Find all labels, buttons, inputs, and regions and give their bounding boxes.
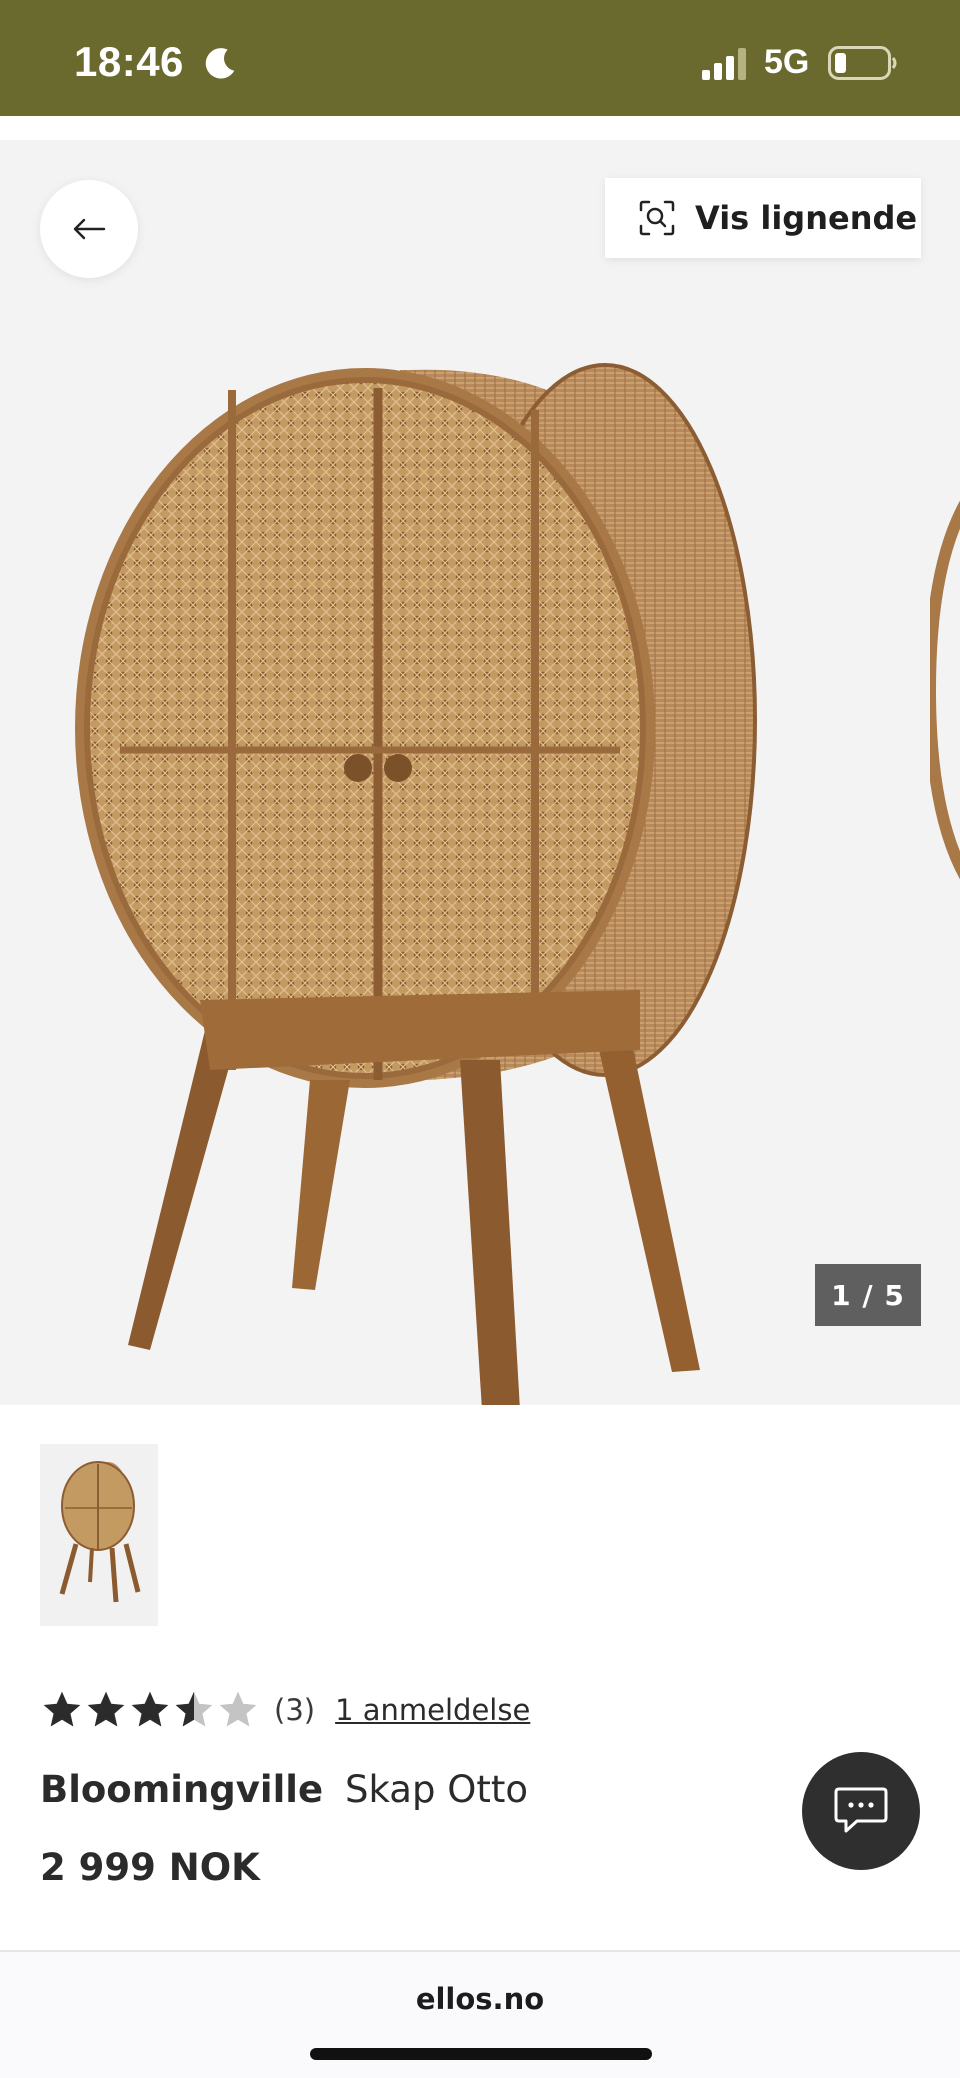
product-image-gallery[interactable]: Vis lignende 1 / 5 [0, 140, 960, 1405]
home-indicator[interactable] [310, 2048, 652, 2060]
star-empty-icon [219, 1691, 257, 1727]
show-similar-button[interactable]: Vis lignende [605, 178, 921, 258]
signal-bars-icon [702, 48, 746, 80]
star-half-icon [175, 1691, 213, 1727]
header-spacer [0, 116, 960, 140]
product-image [75, 363, 757, 1405]
network-type: 5G [764, 43, 810, 81]
rating-row: (3) 1 anmeldelse [40, 1686, 530, 1734]
chat-bubble-icon [834, 1787, 888, 1833]
status-time: 18:46 [74, 38, 184, 85]
product-price: 2 999 NOK [40, 1846, 260, 1889]
thumbnail-image [40, 1444, 158, 1626]
status-bar: 18:46 5G [0, 0, 960, 116]
moon-icon [205, 48, 235, 79]
battery-icon [828, 46, 897, 80]
back-button[interactable] [40, 180, 138, 278]
star-full-icon [87, 1691, 125, 1727]
product-name: Skap Otto [345, 1768, 529, 1811]
star-full-icon [131, 1691, 169, 1727]
star-rating [40, 1688, 260, 1732]
image-counter: 1 / 5 [815, 1264, 921, 1326]
visual-search-icon [639, 200, 675, 236]
next-image-preview [930, 500, 960, 880]
brand-name[interactable]: Bloomingville [40, 1768, 323, 1811]
chat-button[interactable] [802, 1752, 920, 1870]
review-count: (3) [274, 1693, 316, 1727]
browser-address-bar[interactable]: ellos.no [0, 1952, 960, 2078]
thumbnail-1[interactable] [40, 1444, 158, 1626]
reviews-link[interactable]: 1 anmeldelse [335, 1693, 530, 1727]
url-text[interactable]: ellos.no [0, 1982, 960, 2016]
show-similar-label: Vis lignende [695, 199, 918, 237]
arrow-left-icon [73, 218, 106, 240]
star-full-icon [43, 1691, 81, 1727]
product-title: Bloomingville Skap Otto [40, 1768, 528, 1811]
